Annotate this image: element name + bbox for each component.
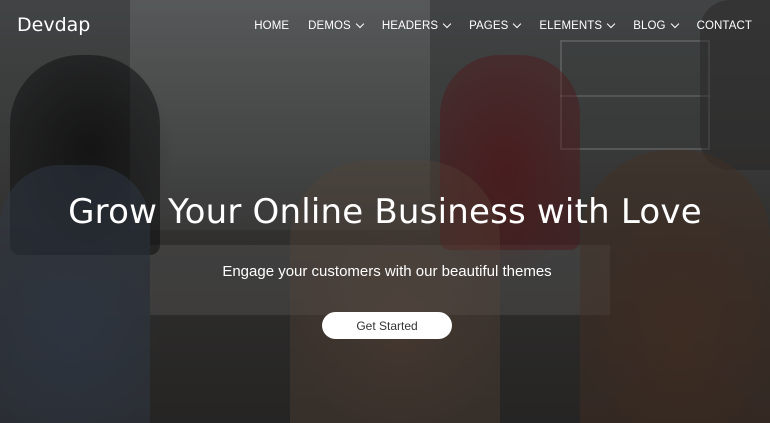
chevron-down-icon bbox=[355, 19, 365, 29]
nav-item-pages[interactable]: PAGES bbox=[469, 19, 522, 32]
top-navbar: Devdap HOME DEMOS HEADERS PAGES ELEMENTS bbox=[0, 0, 770, 56]
main-nav: HOME DEMOS HEADERS PAGES ELEMENTS BLOG C… bbox=[235, 19, 752, 32]
nav-item-home[interactable]: HOME bbox=[254, 20, 289, 32]
get-started-button[interactable]: Get Started bbox=[322, 312, 452, 339]
nav-item-label: ELEMENTS bbox=[539, 20, 603, 32]
nav-item-label: HOME bbox=[254, 20, 290, 32]
nav-item-elements[interactable]: ELEMENTS bbox=[539, 19, 616, 32]
brand-logo[interactable]: Devdap bbox=[17, 14, 90, 36]
chevron-down-icon bbox=[606, 19, 616, 29]
nav-item-headers[interactable]: HEADERS bbox=[381, 19, 452, 32]
nav-item-label: BLOG bbox=[633, 20, 666, 32]
chevron-down-icon bbox=[442, 19, 452, 29]
hero-content: Grow Your Online Business with Love Enga… bbox=[0, 0, 770, 423]
nav-item-contact[interactable]: CONTACT bbox=[697, 20, 752, 32]
nav-item-blog[interactable]: BLOG bbox=[633, 19, 679, 32]
nav-item-demos[interactable]: DEMOS bbox=[308, 19, 365, 32]
nav-item-label: PAGES bbox=[469, 20, 509, 32]
chevron-down-icon bbox=[670, 19, 679, 29]
chevron-down-icon bbox=[513, 19, 522, 29]
hero-subheadline: Engage your customers with our beautiful… bbox=[222, 263, 552, 280]
nav-item-label: CONTACT bbox=[696, 20, 752, 32]
hero-section: Devdap HOME DEMOS HEADERS PAGES ELEMENTS bbox=[0, 0, 770, 423]
nav-item-label: HEADERS bbox=[381, 20, 439, 32]
hero-headline: Grow Your Online Business with Love bbox=[68, 192, 702, 232]
nav-item-label: DEMOS bbox=[308, 20, 351, 32]
